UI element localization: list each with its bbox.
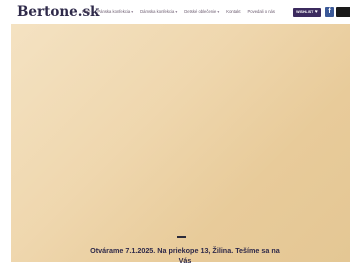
nav-item-label: Dámska konfekcia bbox=[140, 9, 175, 14]
facebook-icon: f bbox=[328, 8, 331, 15]
chevron-down-icon: ▾ bbox=[131, 10, 134, 14]
hero-caption: Otvárame 7.1.2025. Na priekope 13, Žilin… bbox=[90, 246, 280, 255]
hero-banner bbox=[11, 24, 350, 262]
nav-item-panska-konfekcia[interactable]: Pánska konfekcia ▾ bbox=[97, 9, 133, 15]
wishlist-button[interactable]: WISHLIST ♥ bbox=[293, 8, 321, 17]
nav-item-kontakt[interactable]: Kontakt bbox=[226, 9, 240, 15]
instagram-button[interactable] bbox=[336, 7, 350, 17]
nav-item-label: FAQ bbox=[82, 9, 91, 14]
nav-item-label: Kontakt bbox=[226, 9, 241, 14]
hero-caption-continued: Vás bbox=[178, 256, 192, 265]
site-header: Bertone.sk FAQ Pánska konfekcia ▾ Dámska… bbox=[0, 0, 350, 24]
nav-item-label: Detské oblečenie bbox=[184, 9, 217, 14]
nav-item-povedali-o-nas[interactable]: Povedali o nás bbox=[247, 9, 274, 15]
nav-item-label: Pánska konfekcia bbox=[97, 9, 131, 14]
nav-item-damska-konfekcia[interactable]: Dámska konfekcia ▾ bbox=[140, 9, 177, 15]
chevron-down-icon: ▾ bbox=[217, 10, 220, 14]
nav-item-detske-oblecenie[interactable]: Detské oblečenie ▾ bbox=[184, 9, 219, 15]
nav-item-faq[interactable]: FAQ bbox=[82, 9, 90, 15]
hero-divider bbox=[177, 236, 186, 238]
nav-item-label: Povedali o nás bbox=[247, 9, 275, 14]
chevron-down-icon: ▾ bbox=[175, 10, 178, 14]
wishlist-label: WISHLIST bbox=[296, 10, 314, 14]
heart-icon: ♥ bbox=[314, 9, 318, 15]
main-nav: FAQ Pánska konfekcia ▾ Dámska konfekcia … bbox=[82, 9, 275, 15]
facebook-button[interactable]: f bbox=[325, 7, 334, 17]
